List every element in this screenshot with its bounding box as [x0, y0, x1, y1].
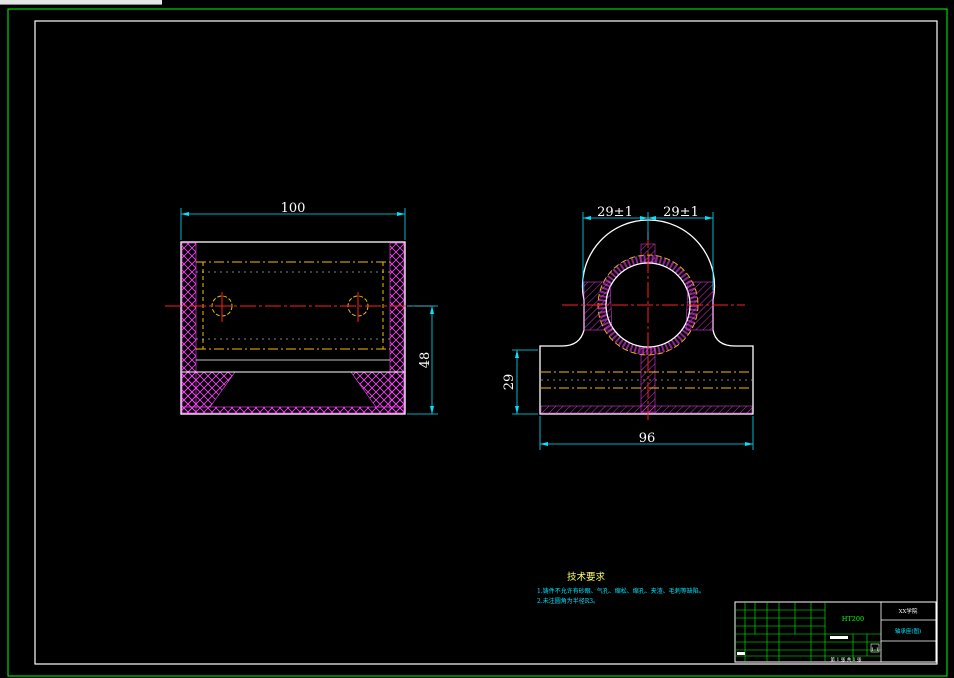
dim-side-width: 96 [639, 431, 656, 446]
side-view [539, 219, 754, 420]
notes-line-2: 2.未注圆角为半径R3。 [537, 597, 599, 605]
right-base-hatch [350, 371, 405, 408]
title-scale: 1:1 [871, 647, 879, 653]
dim-front-height: 48 [418, 352, 433, 369]
dim-side-height: 29 [502, 374, 517, 391]
technical-notes: 技术要求 1.铸件不允许有砂眼、气孔、缩松、缩孔、夹渣、毛刺等缺陷。 2.未注圆… [537, 571, 705, 605]
dim-side-half-left: 29±1 [597, 205, 633, 220]
notes-line-1: 1.铸件不允许有砂眼、气孔、缩松、缩孔、夹渣、毛刺等缺陷。 [537, 587, 705, 595]
sheet-frame [7, 8, 948, 677]
dim-front-width: 100 [281, 201, 306, 216]
notes-title: 技术要求 [567, 571, 606, 583]
left-base-hatch [181, 371, 236, 408]
title-school: XX学院 [899, 607, 918, 615]
title-sheet: 第 1 张 共 1 张 [831, 656, 862, 663]
cad-drawing-canvas[interactable]: 100 48 29±1 29±1 29 96 技术要求 1.铸件不允许有砂眼、气… [0, 0, 954, 678]
dim-side-half-right: 29±1 [663, 205, 699, 220]
title-part-name: 轴承座(图) [895, 627, 921, 635]
front-view [165, 241, 435, 415]
title-drawing-no: HT200 [842, 615, 864, 623]
title-block: HT200 XX学院 轴承座(图) 1:1 第 1 张 共 1 张 [734, 601, 937, 663]
